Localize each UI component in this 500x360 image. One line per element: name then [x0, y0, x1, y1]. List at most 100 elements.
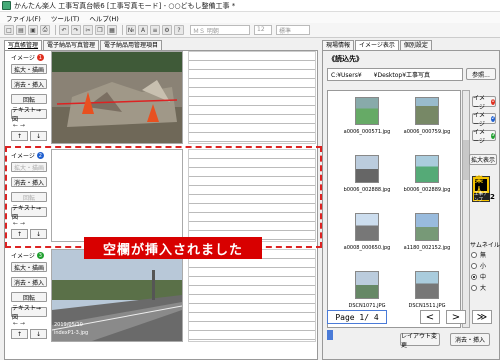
tab-photo-album[interactable]: 写真帳管理 [4, 40, 43, 50]
toolbar: □ ▤ ▣ ⎙ ↶ ↷ ✂ ❐ ▦ № A ≡ ⚙ ? ＭＳ 明朝 12 標準 [0, 23, 500, 38]
photo-slot-1[interactable] [51, 51, 183, 144]
font-style-select[interactable]: 標準 [276, 25, 310, 35]
browse-button[interactable]: 参照... [466, 68, 496, 80]
tab-individual-settings[interactable]: 個別設定 [399, 40, 432, 50]
paste-icon[interactable]: ▦ [107, 25, 117, 35]
font-select[interactable]: ＭＳ 明朝 [190, 25, 250, 35]
tab-image-view[interactable]: イメージ表示 [355, 40, 399, 50]
tab-site-info[interactable]: 現場情報 [322, 40, 355, 50]
new-file-icon[interactable]: □ [4, 25, 14, 35]
side-button-label: イメージ [473, 128, 486, 145]
send-to-image-2-button[interactable]: イメージ 2 [472, 112, 496, 128]
redo-icon[interactable]: ↷ [71, 25, 81, 35]
radio-circle [471, 262, 477, 269]
caption-lines-1[interactable] [188, 51, 316, 144]
copy-icon[interactable]: ❐ [95, 25, 105, 35]
image-label: イメージ 1 [11, 53, 47, 62]
window-title: かんたん楽人 工事写真台帳6 [工事写真モード] - ○○どもし整備工事 * [14, 1, 236, 10]
print-icon[interactable]: ⎙ [40, 25, 50, 35]
help-icon[interactable]: ? [174, 25, 184, 35]
settings-icon[interactable]: ⚙ [162, 25, 172, 35]
undo-icon[interactable]: ↶ [59, 25, 69, 35]
template-number: 2 [490, 193, 495, 201]
send-to-image-1-button[interactable]: イメージ 1 [472, 95, 496, 111]
thumbnail-caption: b0006_002889.jpg [403, 187, 451, 193]
tab-e-delivery-photo[interactable]: 電子納品写真管理 [43, 40, 100, 50]
template-label: 工事テンプ [474, 192, 490, 203]
text-icon[interactable]: A [138, 25, 148, 35]
radio-label: 中 [480, 274, 487, 281]
thumb-size-large[interactable]: 大 [471, 283, 486, 292]
caption-lines-3[interactable] [188, 249, 316, 342]
right-tab-bar: 現場情報 イメージ表示 個別設定 [322, 40, 433, 50]
construction-template-icon[interactable]: 楽人 工事テンプ [472, 175, 490, 203]
thumbnail-item[interactable]: b0006_002889.jpg [402, 155, 452, 213]
move-arrows[interactable]: ← → [13, 320, 25, 327]
zoom-draw-button[interactable]: 拡大・描画 [11, 64, 47, 74]
font-size-select[interactable]: 12 [254, 25, 272, 35]
thumb-size-medium[interactable]: 中 [471, 272, 486, 281]
expand-view-button[interactable]: 拡大表示 [469, 154, 497, 165]
menu-file[interactable]: ファイル(F) [6, 13, 41, 23]
zoom-draw-button[interactable]: 拡大・描画 [11, 262, 47, 272]
move-down-icon[interactable]: ↓ [30, 329, 47, 339]
move-arrows[interactable]: ← → [13, 122, 25, 129]
erase-insert-button[interactable]: 消去・挿入 [11, 277, 47, 287]
erase-insert-button[interactable]: 消去・挿入 [450, 333, 490, 346]
move-up-icon[interactable]: ↑ [11, 329, 28, 339]
side-button-badge: 2 [490, 115, 495, 122]
save-icon[interactable]: ▣ [28, 25, 38, 35]
thumbnail-item[interactable]: a0008_000650.jpg [342, 213, 392, 271]
open-folder-icon[interactable]: ▤ [16, 25, 26, 35]
number-icon[interactable]: № [126, 25, 136, 35]
photo-slot-3[interactable]: 2019/05/10 indexP1-3.jpg [51, 249, 183, 342]
menu-tools[interactable]: ツール(T) [51, 13, 80, 23]
move-up-icon[interactable]: ↑ [11, 131, 28, 141]
thumbnail-list: a0006_000571.jpg a0006_000759.jpg b0006_… [327, 90, 461, 328]
thumbnail-image [415, 97, 439, 125]
thumb-size-none[interactable]: 無 [471, 250, 486, 259]
thumbnail-caption: a0008_000650.jpg [343, 245, 391, 251]
image-label: イメージ 3 [11, 251, 47, 260]
thumbnail-item[interactable]: b0006_002888.jpg [342, 155, 392, 213]
image-number-badge: 1 [36, 54, 44, 61]
thumbnail-item[interactable]: a0006_000759.jpg [402, 97, 452, 155]
thumbnail-image [355, 155, 379, 183]
move-down-icon[interactable]: ↓ [30, 131, 47, 141]
erase-insert-button[interactable]: 消去・挿入 [11, 79, 47, 89]
text-to-image-button[interactable]: テキスト→図 [11, 305, 47, 321]
zoom-slider-handle[interactable] [327, 330, 333, 340]
toolbar-divider [55, 25, 56, 35]
move-buttons: ↑ ↓ [11, 131, 47, 141]
cut-icon[interactable]: ✂ [83, 25, 93, 35]
last-page-button[interactable]: ≫ [472, 310, 492, 324]
row-controls: イメージ 3 拡大・描画 消去・挿入 回転 テキスト→図 ← → ↑ ↓ [7, 249, 51, 342]
title-bar: かんたん楽人 工事写真台帳6 [工事写真モード] - ○○どもし整備工事 * [0, 0, 500, 12]
next-page-button[interactable]: > [446, 310, 466, 324]
list-icon[interactable]: ≡ [150, 25, 160, 35]
send-to-image-3-button[interactable]: イメージ 3 [472, 129, 496, 145]
prev-page-button[interactable]: < [420, 310, 440, 324]
layout-change-button[interactable]: レイアウト変更 [400, 333, 440, 349]
rotate-button[interactable]: 回転 [11, 292, 47, 302]
thumbnail-scrollbar[interactable] [462, 90, 470, 328]
radio-label: 小 [480, 263, 487, 270]
rakujin-mark: 楽人 [475, 175, 487, 195]
radio-circle-selected [471, 273, 477, 280]
tab-e-delivery-items[interactable]: 電子納品用管理項目 [100, 40, 163, 50]
thumbnail-caption: a0006_000571.jpg [343, 129, 391, 135]
radio-label: 大 [480, 285, 487, 292]
page-indicator: Page 1/ 4 [327, 310, 387, 324]
text-to-image-button[interactable]: テキスト→図 [11, 107, 47, 123]
rotate-button[interactable]: 回転 [11, 94, 47, 104]
thumb-size-small[interactable]: 小 [471, 261, 486, 270]
menu-help[interactable]: ヘルプ(H) [89, 13, 118, 23]
side-button-badge: 1 [490, 98, 495, 105]
thumbnail-item[interactable]: a1180_002152.jpg [402, 213, 452, 271]
folder-path-field[interactable]: C:¥Users¥ ¥Desktop¥工事写真 [327, 68, 463, 81]
image-number-badge: 3 [36, 252, 44, 259]
thumbnail-item[interactable]: a0006_000571.jpg [342, 97, 392, 155]
move-buttons: ↑ ↓ [11, 329, 47, 339]
thumbnail-image [415, 213, 439, 241]
read-source-title: 《読込先》 [328, 55, 363, 63]
